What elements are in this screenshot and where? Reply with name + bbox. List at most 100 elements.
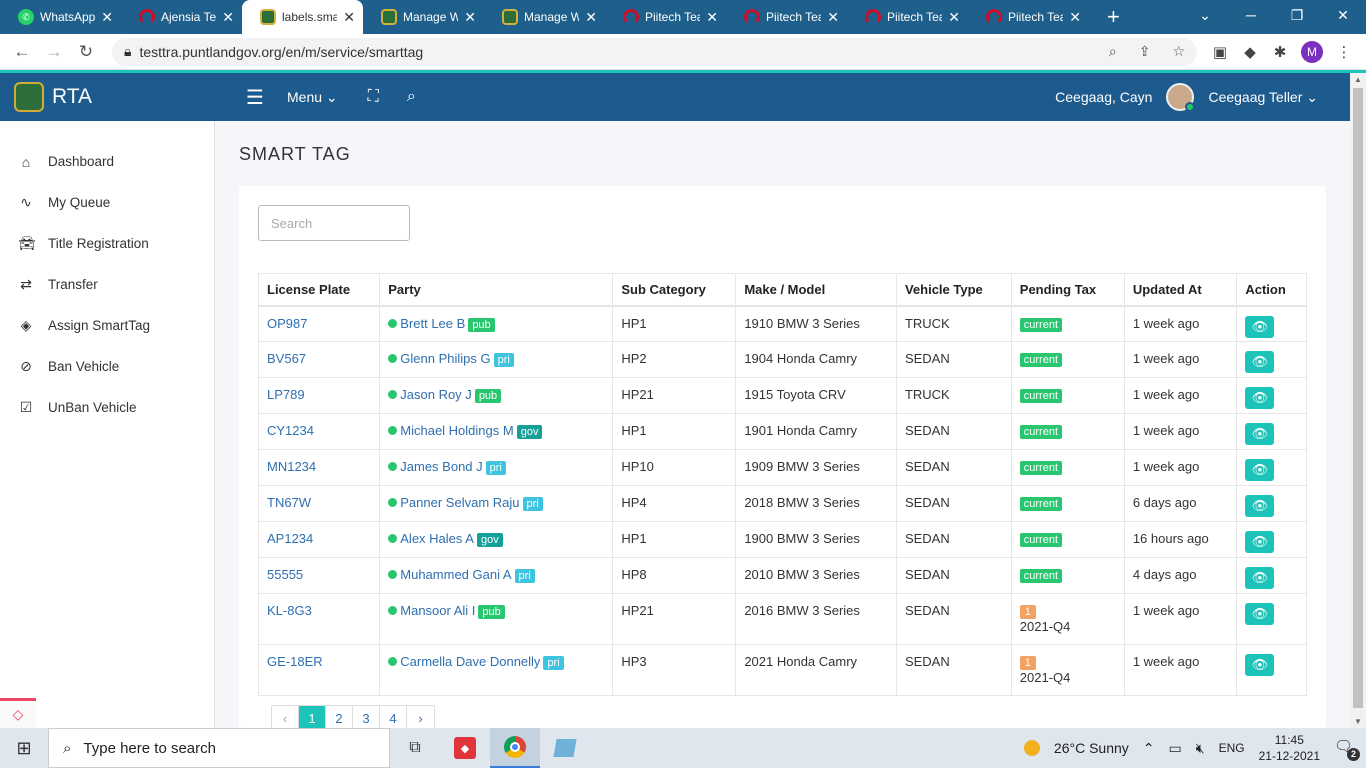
forward-icon[interactable]: → bbox=[38, 42, 70, 62]
bookmark-star-icon[interactable]: ☆ bbox=[1172, 43, 1185, 60]
profile-avatar[interactable]: M bbox=[1301, 40, 1323, 63]
network-icon[interactable]: ▭ bbox=[1169, 740, 1182, 757]
share-icon[interactable]: ⇪ bbox=[1139, 43, 1151, 60]
weather-text[interactable]: 26°C Sunny bbox=[1054, 740, 1129, 756]
sidebar-item[interactable]: 🚘︎ Title Registration bbox=[0, 223, 214, 264]
view-button[interactable]: 👁︎ bbox=[1245, 459, 1275, 481]
extension-se-icon[interactable]: ▣ bbox=[1205, 43, 1235, 61]
anydesk-icon[interactable]: ◆ bbox=[440, 728, 490, 768]
browser-menu-icon[interactable]: ⋮ bbox=[1329, 43, 1359, 61]
debug-bar-icon[interactable]: ◇ bbox=[0, 698, 36, 728]
back-icon[interactable]: ← bbox=[6, 42, 38, 62]
close-tab-icon[interactable]: ✕ bbox=[706, 9, 718, 26]
restore-button[interactable]: ❐ bbox=[1274, 0, 1320, 30]
notepad-icon[interactable] bbox=[540, 728, 590, 768]
windows-start-icon[interactable]: ⊞ bbox=[0, 738, 48, 759]
view-button[interactable]: 👁︎ bbox=[1245, 531, 1275, 553]
license-plate-link[interactable]: 55555 bbox=[267, 567, 303, 582]
page-scrollbar[interactable]: ▲ ▼ bbox=[1350, 73, 1366, 728]
clock[interactable]: 11:45 21-12-2021 bbox=[1259, 732, 1320, 764]
url-field[interactable]: 🔒︎ testtra.puntlandgov.org/en/m/service/… bbox=[112, 37, 1197, 66]
license-plate-link[interactable]: KL-8G3 bbox=[267, 603, 312, 618]
view-button[interactable]: 👁︎ bbox=[1245, 387, 1275, 409]
chrome-icon[interactable] bbox=[490, 728, 540, 768]
new-tab-icon[interactable]: + bbox=[1107, 4, 1120, 30]
column-header[interactable]: Make / Model bbox=[735, 273, 897, 307]
view-button[interactable]: 👁︎ bbox=[1245, 315, 1275, 338]
license-plate-link[interactable]: GE-18ER bbox=[267, 654, 323, 669]
minimize-button[interactable]: ─ bbox=[1228, 0, 1274, 30]
browser-tab[interactable]: Ajensia Tea ✕ bbox=[121, 0, 242, 34]
sidebar-item[interactable]: ☑ UnBan Vehicle bbox=[0, 387, 214, 428]
column-header[interactable]: License Plate bbox=[257, 273, 381, 307]
scrollbar-thumb[interactable] bbox=[1353, 88, 1363, 708]
license-plate-link[interactable]: TN67W bbox=[267, 495, 311, 510]
column-header[interactable]: Sub Category bbox=[612, 273, 737, 307]
license-plate-link[interactable]: AP1234 bbox=[267, 531, 313, 546]
brand[interactable]: RTA bbox=[0, 82, 235, 112]
sidebar-item[interactable]: ∿ My Queue bbox=[0, 182, 214, 223]
menu-dropdown[interactable]: Menu ⌄ bbox=[287, 89, 338, 106]
license-plate-link[interactable]: OP987 bbox=[267, 316, 307, 331]
sidebar-item[interactable]: ◈ Assign SmartTag bbox=[0, 305, 214, 346]
taskbar-search-box[interactable]: ⌕ Type here to search bbox=[48, 728, 390, 768]
browser-tab[interactable]: Manage W ✕ bbox=[484, 0, 605, 34]
view-button[interactable]: 👁︎ bbox=[1245, 654, 1275, 676]
party-link[interactable]: Glenn Philips G bbox=[400, 351, 490, 366]
show-hidden-icons-icon[interactable]: ⌃ bbox=[1143, 740, 1155, 757]
sidebar-item[interactable]: ⌂ Dashboard bbox=[0, 141, 214, 182]
notification-center-icon[interactable]: 🗨︎ 2 bbox=[1334, 737, 1360, 761]
view-button[interactable]: 👁︎ bbox=[1245, 423, 1275, 445]
close-tab-icon[interactable]: ✕ bbox=[948, 9, 960, 26]
volume-muted-icon[interactable]: 🔇︎ bbox=[1196, 740, 1205, 757]
scroll-up-icon[interactable]: ▲ bbox=[1350, 75, 1366, 84]
license-plate-link[interactable]: BV567 bbox=[267, 351, 306, 366]
tab-search-icon[interactable]: ⌄ bbox=[1182, 0, 1228, 30]
browser-tab[interactable]: Manage W ✕ bbox=[363, 0, 484, 34]
browser-tab[interactable]: Piitech Tea ✕ bbox=[726, 0, 847, 34]
fullscreen-icon[interactable]: ⛶ bbox=[368, 88, 379, 106]
party-link[interactable]: Michael Holdings M bbox=[400, 423, 513, 438]
browser-tab[interactable]: Piitech Tea ✕ bbox=[847, 0, 968, 34]
party-link[interactable]: Mansoor Ali I bbox=[400, 603, 475, 618]
party-link[interactable]: Muhammed Gani A bbox=[400, 567, 511, 582]
user-avatar[interactable] bbox=[1166, 83, 1196, 112]
party-link[interactable]: Panner Selvam Raju bbox=[400, 495, 519, 510]
close-tab-icon[interactable]: ✕ bbox=[827, 9, 839, 26]
column-header[interactable]: Updated At bbox=[1123, 273, 1238, 307]
close-tab-icon[interactable]: ✕ bbox=[343, 9, 355, 26]
task-view-icon[interactable]: ⧉ bbox=[390, 728, 440, 768]
party-link[interactable]: James Bond J bbox=[400, 459, 482, 474]
search-input[interactable] bbox=[258, 205, 410, 241]
license-plate-link[interactable]: MN1234 bbox=[267, 459, 316, 474]
browser-tab[interactable]: Piitech Tea ✕ bbox=[605, 0, 726, 34]
user-menu[interactable]: Ceegaag Teller ⌄ bbox=[1208, 89, 1318, 106]
column-header[interactable]: Pending Tax bbox=[1010, 273, 1125, 307]
view-button[interactable]: 👁︎ bbox=[1245, 603, 1275, 625]
zoom-icon[interactable]: ⌕ bbox=[1109, 43, 1117, 60]
party-link[interactable]: Brett Lee B bbox=[400, 316, 465, 331]
browser-tab[interactable]: labels.sma ✕ bbox=[242, 0, 363, 34]
party-link[interactable]: Jason Roy J bbox=[400, 387, 472, 402]
sidebar-item[interactable]: ⇄ Transfer bbox=[0, 264, 214, 305]
extensions-puzzle-icon[interactable]: ✱ bbox=[1265, 43, 1295, 61]
search-icon[interactable]: ⌕ bbox=[407, 88, 416, 106]
column-header[interactable]: Action bbox=[1236, 273, 1307, 307]
license-plate-link[interactable]: LP789 bbox=[267, 387, 305, 402]
party-link[interactable]: Carmella Dave Donnelly bbox=[400, 654, 540, 669]
close-tab-icon[interactable]: ✕ bbox=[222, 9, 234, 26]
reload-icon[interactable]: ↻ bbox=[70, 42, 102, 62]
hamburger-menu-icon[interactable]: ☰ bbox=[235, 85, 275, 110]
party-link[interactable]: Alex Hales A bbox=[400, 531, 474, 546]
browser-tab[interactable]: Piitech Tea ✕ bbox=[968, 0, 1089, 34]
close-tab-icon[interactable]: ✕ bbox=[464, 9, 476, 26]
view-button[interactable]: 👁︎ bbox=[1245, 495, 1275, 517]
close-tab-icon[interactable]: ✕ bbox=[101, 9, 113, 26]
close-tab-icon[interactable]: ✕ bbox=[1069, 9, 1081, 26]
browser-tab[interactable]: ✆ WhatsApp ✕ bbox=[0, 0, 121, 34]
license-plate-link[interactable]: CY1234 bbox=[267, 423, 314, 438]
view-button[interactable]: 👁︎ bbox=[1245, 567, 1275, 589]
column-header[interactable]: Party bbox=[379, 273, 614, 307]
extension-shield-icon[interactable]: ◆ bbox=[1235, 43, 1265, 61]
scroll-down-icon[interactable]: ▼ bbox=[1350, 717, 1366, 726]
